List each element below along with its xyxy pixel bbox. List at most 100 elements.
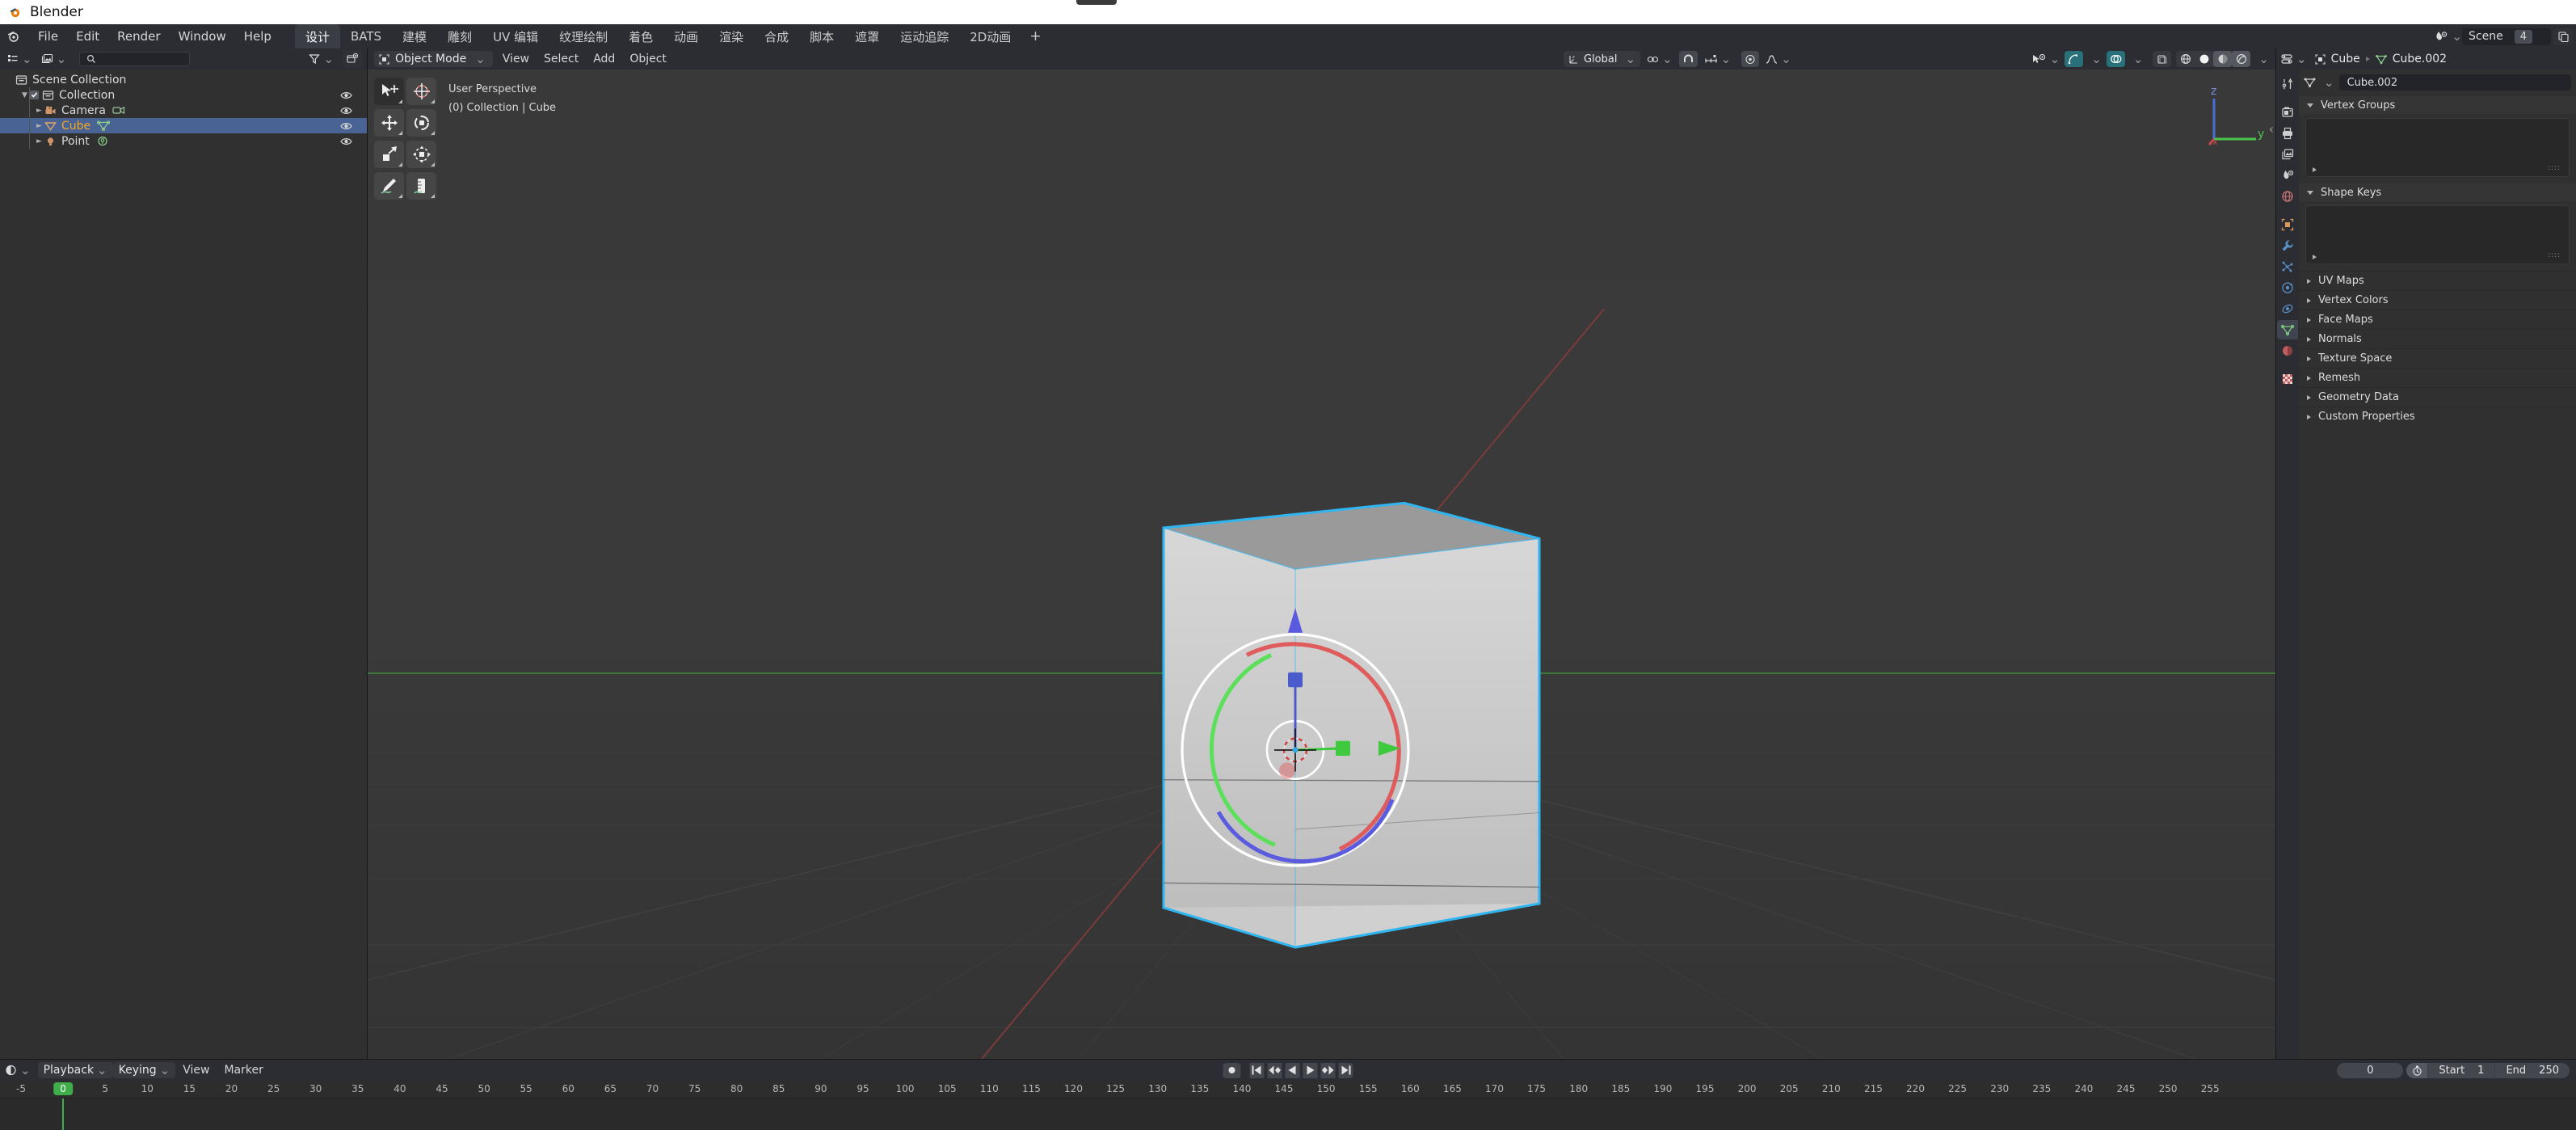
disclosure-triangle-icon[interactable]: ► [34,107,44,115]
show-overlays-toggle[interactable] [2106,51,2125,67]
workspace-tab-4[interactable]: UV 编辑 [482,24,549,48]
workspace-tab-7[interactable]: 动画 [663,24,709,48]
visibility-eye-icon[interactable] [340,106,352,115]
current-frame-field[interactable]: 0 [2337,1062,2404,1078]
snapping-toggle[interactable] [1678,51,1698,67]
tool-tab[interactable] [2277,74,2298,94]
auto-keying-button[interactable] [2406,1062,2428,1078]
xray-toggle[interactable] [2153,51,2172,67]
outliner-filter-id-dropdown[interactable]: ⌄ [39,51,69,67]
workspace-tab-12[interactable]: 运动追踪 [890,24,959,48]
breadcrumb-object-name[interactable]: Cube [2331,53,2360,65]
shading-rendered-button[interactable] [2232,51,2251,67]
breadcrumb-data-name[interactable]: Cube.002 [2393,53,2447,65]
shading-solid-button[interactable] [2195,51,2213,67]
shading-material-preview-button[interactable] [2213,51,2233,67]
workspace-tab-3[interactable]: 雕刻 [437,24,482,48]
shading-chevron-down-icon[interactable]: ⌄ [2258,53,2269,65]
outliner-row-point[interactable]: ► Point [0,133,367,149]
panel-header-custom-properties[interactable]: Custom Properties [2299,407,2576,426]
jump-to-end-button[interactable] [1338,1062,1353,1078]
view-layer-chevron-down-icon[interactable]: ⌄ [2452,30,2462,43]
scene-tab[interactable] [2277,166,2298,185]
disclosure-triangle-icon[interactable]: ► [34,137,44,145]
visibility-eye-icon[interactable] [340,121,352,130]
mesh-data-icon[interactable] [2375,54,2387,65]
interaction-mode-dropdown[interactable]: Object Mode ⌄ [374,51,493,67]
visibility-eye-icon[interactable] [340,137,352,145]
particles-tab[interactable] [2277,257,2298,276]
panel-header-vertex-groups[interactable]: Vertex Groups [2299,96,2576,114]
workspace-tab-13[interactable]: 2D动画 [959,24,1021,48]
measure-tool[interactable] [406,172,436,200]
camera-data-icon[interactable] [112,104,125,116]
outliner-search-input[interactable] [101,53,189,65]
panel-header-normals[interactable]: Normals [2299,329,2576,348]
object-icon[interactable] [2315,53,2326,65]
list-resize-grip[interactable]: :::: [2548,252,2561,259]
jump-to-start-button[interactable] [1249,1062,1265,1078]
panel-header-uv-maps[interactable]: UV Maps [2299,271,2576,290]
constraints-tab[interactable] [2277,299,2298,318]
timeline-menu-keying[interactable]: Keying ⌄ [112,1062,176,1078]
proportional-editing-toggle[interactable] [1741,51,1760,67]
new-scene-button[interactable] [2553,27,2573,45]
playhead-frame-label[interactable]: 0 [53,1082,73,1095]
workspace-tab-6[interactable]: 着色 [618,24,663,48]
shape-keys-list[interactable]: :::: [2305,205,2570,264]
play-button[interactable] [1303,1062,1318,1078]
object-tab[interactable] [2277,215,2298,234]
snap-settings-dropdown[interactable]: ⌄ [1704,53,1731,65]
visibility-eye-icon[interactable] [340,91,352,99]
timeline-menu-view[interactable]: View [175,1061,217,1079]
pivot-point-dropdown[interactable]: ⌄ [1647,53,1673,65]
list-expand-triangle-icon[interactable] [2313,167,2317,172]
workspace-tab-5[interactable]: 纹理绘制 [549,24,618,48]
panel-header-texture-space[interactable]: Texture Space [2299,348,2576,368]
vertex-groups-list[interactable]: :::: [2305,118,2570,177]
panel-header-vertex-colors[interactable]: Vertex Colors [2299,290,2576,310]
render-tab[interactable] [2277,103,2298,122]
outliner-filter-button[interactable]: ⌄ [306,51,336,67]
material-tab[interactable] [2277,341,2298,361]
timeline-tracks[interactable] [0,1098,2576,1130]
modifier-tab[interactable] [2277,236,2298,255]
add-workspace-button[interactable]: + [1021,28,1049,44]
overlays-chevron-down-icon[interactable]: ⌄ [2133,53,2144,65]
panel-header-geometry-data[interactable]: Geometry Data [2299,387,2576,407]
disclosure-triangle-icon[interactable]: ► [34,122,44,130]
outliner-display-mode-dropdown[interactable]: ⌄ [5,51,35,67]
light-data-icon[interactable] [96,135,109,147]
workspace-tab-8[interactable]: 渲染 [709,24,754,48]
end-frame-field[interactable]: End 250 [2494,1062,2570,1078]
panel-header-shape-keys[interactable]: Shape Keys [2299,183,2576,201]
texture-tab[interactable] [2277,369,2298,389]
timeline-ruler[interactable]: -5 0 5 10 15 20 25 30 35 40 45 50 55 60 65 70 75 80 85 90 95… [0,1081,2576,1098]
physics-tab[interactable] [2277,278,2298,297]
mesh-data-icon[interactable] [2304,77,2316,88]
output-tab[interactable] [2277,124,2298,143]
outliner-tree[interactable]: Scene Collection ▼ Collection ► Camera ► Cube ►… [0,70,367,1059]
transform-tool[interactable] [406,141,436,168]
collection-checkbox[interactable] [30,91,39,99]
prev-keyframe-button[interactable] [1267,1062,1282,1078]
menu-window[interactable]: Window [170,26,235,47]
viewport-3d-canvas[interactable]: User Perspective (0) Collection | Cube z… [368,70,2275,1059]
mesh-data-icon[interactable] [97,120,111,132]
timeline-menu-marker[interactable]: Marker [217,1061,270,1079]
gizmo-chevron-down-icon[interactable]: ⌄ [2091,53,2102,65]
menu-file[interactable]: File [29,26,67,47]
list-resize-grip[interactable]: :::: [2548,165,2561,172]
list-expand-triangle-icon[interactable] [2313,255,2317,259]
panel-header-face-maps[interactable]: Face Maps [2299,310,2576,329]
timeline-editor-type-dropdown[interactable]: ⌄ [5,1064,31,1077]
viewport-menu-select[interactable]: Select [537,50,586,68]
menu-render[interactable]: Render [108,26,169,47]
sidebar-collapse-arrow-icon[interactable]: ‹ [2269,121,2274,137]
object-data-tab[interactable] [2277,320,2298,339]
editor-type-dropdown[interactable]: ⌄ [2281,53,2307,65]
world-tab[interactable] [2277,187,2298,206]
cursor-tool[interactable] [406,78,436,105]
shading-wireframe-button[interactable] [2176,51,2195,67]
record-keyframes-button[interactable] [1223,1062,1241,1078]
